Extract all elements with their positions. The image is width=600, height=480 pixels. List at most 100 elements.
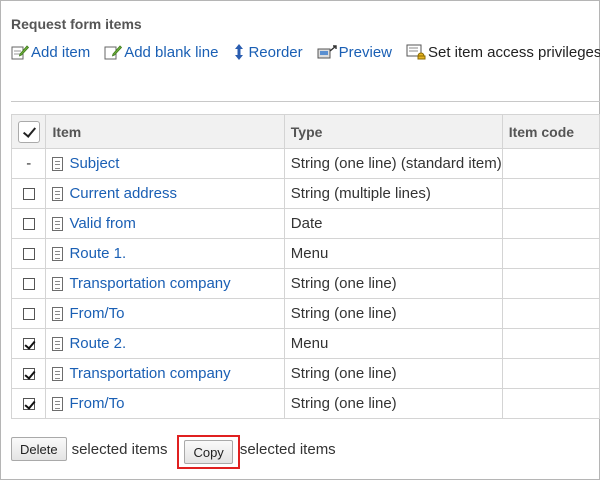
item-name: Valid from — [69, 215, 136, 232]
copy-highlight: Copy — [177, 435, 240, 469]
table-row: Transportation company String (one line) — [10, 358, 600, 389]
item-name: From/To — [69, 305, 125, 322]
document-icon — [52, 246, 64, 261]
access-privileges-icon — [406, 44, 426, 60]
row-checkbox[interactable] — [22, 188, 35, 201]
row-checkbox-checked[interactable] — [22, 398, 35, 411]
item-link[interactable]: Transportation company — [52, 275, 283, 292]
toolbar-divider — [11, 101, 600, 102]
item-link[interactable]: Subject — [52, 155, 283, 172]
reorder-link[interactable]: Reorder — [232, 43, 303, 61]
table-row: From/To String (one line) — [10, 298, 600, 329]
item-code-cell — [501, 208, 600, 239]
add-blank-line-icon — [104, 44, 123, 60]
document-icon — [52, 216, 64, 231]
document-icon — [52, 366, 64, 381]
delete-button[interactable]: Delete — [11, 437, 67, 461]
item-cell: Route 2. — [45, 328, 285, 359]
document-icon — [52, 336, 64, 351]
row-select-cell — [10, 208, 47, 239]
select-all-header — [10, 114, 47, 149]
table-row: Transportation company String (one line) — [10, 268, 600, 299]
row-select-dash: - — [26, 155, 32, 172]
copy-suffix-text: selected items — [239, 440, 336, 458]
item-cell: Subject — [45, 148, 285, 179]
row-select-cell — [10, 178, 47, 209]
preview-link[interactable]: Preview — [317, 44, 392, 61]
item-type-cell: Date — [283, 208, 503, 239]
document-icon — [52, 396, 64, 411]
item-code-column-header: Item code — [501, 114, 600, 149]
type-column-header: Type — [283, 114, 503, 149]
item-code-cell — [501, 178, 600, 209]
add-item-link[interactable]: Add item — [11, 44, 90, 61]
item-type-cell: String (one line) — [283, 358, 503, 389]
item-type-cell: Menu — [283, 328, 503, 359]
row-select-cell — [10, 388, 47, 419]
table-header-row: Item Type Item code — [10, 114, 600, 149]
item-column-header: Item — [45, 114, 285, 149]
reorder-label: Reorder — [248, 43, 303, 61]
copy-button[interactable]: Copy — [184, 440, 233, 464]
item-link[interactable]: Transportation company — [52, 365, 283, 382]
row-checkbox[interactable] — [22, 248, 35, 261]
access-privileges-link[interactable]: Set item access privileges — [406, 44, 600, 61]
item-cell: Route 1. — [45, 238, 285, 269]
toolbar: Add item Add blank line Reorder Preview — [11, 42, 600, 62]
item-code-cell — [501, 148, 600, 179]
item-code-cell — [501, 238, 600, 269]
row-select-cell — [10, 358, 47, 389]
item-name: Subject — [69, 155, 120, 172]
add-item-icon — [11, 44, 29, 60]
row-checkbox[interactable] — [22, 278, 35, 291]
row-select-cell — [10, 238, 47, 269]
row-select-cell — [10, 298, 47, 329]
item-cell: From/To — [45, 298, 285, 329]
item-cell: From/To — [45, 388, 285, 419]
item-code-cell — [501, 358, 600, 389]
item-type-cell: String (one line) — [283, 298, 503, 329]
item-link[interactable]: Route 1. — [52, 245, 283, 262]
section-title: Request form items — [11, 16, 142, 32]
document-icon — [52, 156, 64, 171]
row-checkbox-checked[interactable] — [22, 368, 35, 381]
item-name: From/To — [69, 395, 125, 412]
item-code-cell — [501, 388, 600, 419]
item-link[interactable]: Route 2. — [52, 335, 283, 352]
item-link[interactable]: From/To — [52, 395, 283, 412]
item-name: Current address — [69, 185, 177, 202]
row-checkbox-checked[interactable] — [22, 338, 35, 351]
document-icon — [52, 276, 64, 291]
item-cell: Transportation company — [45, 358, 285, 389]
item-link[interactable]: Valid from — [52, 215, 283, 232]
add-blank-line-label: Add blank line — [124, 43, 219, 61]
reorder-icon — [232, 43, 246, 61]
preview-label: Preview — [338, 43, 392, 61]
table-row: From/To String (one line) — [10, 388, 600, 419]
item-type-cell: String (one line) — [283, 268, 503, 299]
item-name: Transportation company — [69, 275, 231, 292]
item-type-cell: String (multiple lines) — [283, 178, 503, 209]
item-link[interactable]: Current address — [52, 185, 283, 202]
row-checkbox[interactable] — [22, 218, 35, 231]
item-type-cell: String (one line) — [283, 388, 503, 419]
row-checkbox[interactable] — [22, 308, 35, 321]
add-blank-line-link[interactable]: Add blank line — [104, 44, 218, 61]
preview-icon — [317, 44, 337, 60]
row-select-cell: - — [10, 148, 47, 179]
select-all-checkbox[interactable] — [17, 120, 40, 143]
item-type-cell: Menu — [283, 238, 503, 269]
item-link[interactable]: From/To — [52, 305, 283, 322]
item-code-cell — [501, 298, 600, 329]
item-name: Route 1. — [69, 245, 127, 262]
item-type-cell: String (one line) (standard item) — [283, 148, 503, 179]
item-code-cell — [501, 328, 600, 359]
table-row: Current address String (multiple lines) — [10, 178, 600, 209]
items-table: Item Type Item code - Subject String (one … — [10, 114, 600, 419]
item-cell: Current address — [45, 178, 285, 209]
table-row: Route 1. Menu — [10, 238, 600, 269]
item-cell: Valid from — [45, 208, 285, 239]
item-code-cell — [501, 268, 600, 299]
table-row: Valid from Date — [10, 208, 600, 239]
row-select-cell — [10, 268, 47, 299]
